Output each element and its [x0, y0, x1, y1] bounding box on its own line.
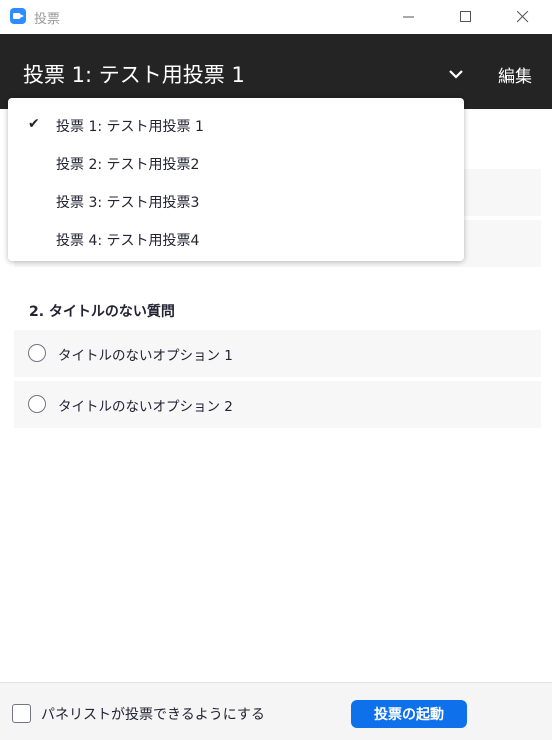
dropdown-item-label: 投票 3: テスト用投票3 — [56, 195, 200, 211]
poll-select-button[interactable] — [444, 62, 468, 86]
close-button[interactable] — [500, 0, 546, 34]
panelist-vote-checkbox[interactable] — [12, 704, 31, 723]
maximize-button[interactable] — [443, 0, 489, 34]
radio-button[interactable] — [28, 344, 46, 362]
panelist-vote-label[interactable]: パネリストが投票できるようにする — [41, 704, 265, 724]
poll-select-dropdown: ✔ 投票 1: テスト用投票 1 投票 2: テスト用投票2 投票 3: テスト… — [8, 98, 464, 261]
radio-button[interactable] — [28, 395, 46, 413]
minimize-button[interactable] — [386, 0, 432, 34]
chevron-down-icon — [449, 70, 463, 79]
zoom-app-icon — [10, 8, 26, 24]
poll-footer: パネリストが投票できるようにする 投票の起動 — [0, 682, 552, 740]
option-row[interactable]: タイトルのないオプション 2 — [14, 381, 541, 428]
option-label: タイトルのないオプション 1 — [58, 348, 233, 364]
option-label: タイトルのないオプション 2 — [58, 399, 233, 415]
dropdown-item-label: 投票 2: テスト用投票2 — [56, 157, 200, 173]
dropdown-item-poll-3[interactable]: 投票 3: テスト用投票3 — [8, 182, 464, 220]
edit-button[interactable]: 編集 — [498, 62, 532, 87]
window-titlebar: 投票 — [0, 0, 552, 34]
window-title: 投票 — [34, 12, 61, 27]
dropdown-item-poll-4[interactable]: 投票 4: テスト用投票4 — [8, 220, 464, 258]
check-icon: ✔ — [28, 116, 40, 132]
launch-poll-button[interactable]: 投票の起動 — [351, 700, 467, 728]
maximize-icon — [460, 11, 471, 22]
close-icon — [517, 11, 529, 23]
dropdown-item-poll-1[interactable]: ✔ 投票 1: テスト用投票 1 — [8, 106, 464, 144]
minimize-icon — [403, 16, 414, 18]
dropdown-item-poll-2[interactable]: 投票 2: テスト用投票2 — [8, 144, 464, 182]
dropdown-item-label: 投票 1: テスト用投票 1 — [56, 119, 204, 135]
option-row[interactable]: タイトルのないオプション 1 — [14, 330, 541, 377]
poll-title: 投票 1: テスト用投票 1 — [23, 63, 245, 87]
question-title: 2. タイトルのない質問 — [29, 304, 175, 320]
dropdown-item-label: 投票 4: テスト用投票4 — [56, 233, 200, 249]
